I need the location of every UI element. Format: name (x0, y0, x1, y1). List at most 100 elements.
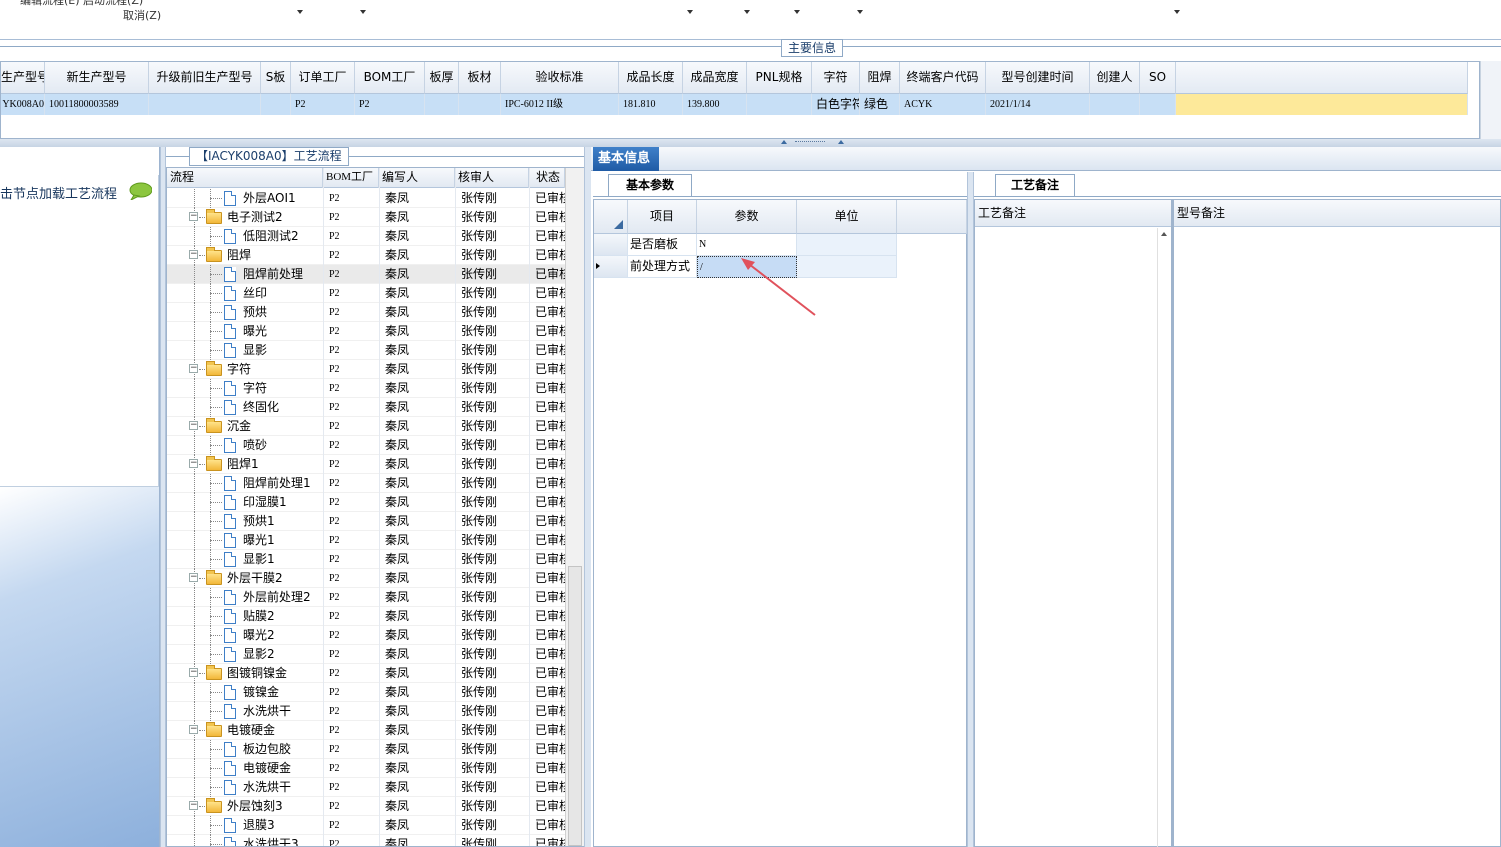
flow-tree-row[interactable]: 曝光2 P2 秦凤 张传刚 已审核 (167, 626, 569, 645)
main-col-header[interactable]: 终端客户代码 (900, 62, 986, 94)
flow-node-name[interactable]: 电镀硬金 (227, 721, 275, 740)
flow-tree-row[interactable]: 阻焊前处理 P2 秦凤 张传刚 已审核 (167, 265, 569, 284)
flow-tree-row[interactable]: 预烘1 P2 秦凤 张传刚 已审核 (167, 512, 569, 531)
flow-tree-row[interactable]: 阻焊前处理1 P2 秦凤 张传刚 已审核 (167, 474, 569, 493)
middle-splitter[interactable] (584, 147, 591, 847)
collapse-toggle-icon[interactable]: − (189, 668, 198, 677)
flow-tree-row[interactable]: 镀镍金 P2 秦凤 张传刚 已审核 (167, 683, 569, 702)
flow-node-name[interactable]: 水洗烘干 (243, 778, 291, 797)
flow-tree-row[interactable]: 喷砂 P2 秦凤 张传刚 已审核 (167, 436, 569, 455)
scroll-up-icon[interactable] (1161, 232, 1167, 236)
horizontal-splitter[interactable] (0, 139, 1501, 147)
flow-tree-row[interactable]: − 图镀铜镍金 P2 秦凤 张传刚 已审核 (167, 664, 569, 683)
main-cell[interactable]: 139.800 (683, 94, 747, 115)
flow-tree-row[interactable]: − 电镀硬金 P2 秦凤 张传刚 已审核 (167, 721, 569, 740)
row-indicator[interactable] (594, 256, 628, 278)
flow-node-name[interactable]: 曝光2 (243, 626, 275, 645)
process-remarks-box[interactable]: 工艺备注 (974, 199, 1172, 847)
collapse-toggle-icon[interactable]: − (189, 573, 198, 582)
collapse-toggle-icon[interactable]: − (189, 250, 198, 259)
flow-node-name[interactable]: 外层干膜2 (227, 569, 283, 588)
flow-node-name[interactable]: 低阻测试2 (243, 227, 299, 246)
main-cell[interactable]: IPC-6012 II级 (501, 94, 619, 115)
flow-node-name[interactable]: 显影1 (243, 550, 275, 569)
flow-node-name[interactable]: 阻焊前处理 (243, 265, 303, 284)
flow-tree-row[interactable]: 低阻测试2 P2 秦凤 张传刚 已审核 (167, 227, 569, 246)
main-cell[interactable]: P2 (355, 94, 425, 115)
flow-col-writer[interactable]: 编写人 (379, 168, 455, 188)
flow-tree-row[interactable]: − 阻焊 P2 秦凤 张传刚 已审核 (167, 246, 569, 265)
main-cell[interactable]: YK008A0 (1, 94, 45, 115)
flow-tree-row[interactable]: 显影1 P2 秦凤 张传刚 已审核 (167, 550, 569, 569)
main-col-header[interactable]: 板厚 (425, 62, 459, 94)
tab-basic-info[interactable]: 基本信息 (593, 147, 659, 171)
flow-node-name[interactable]: 板边包胶 (243, 740, 291, 759)
chevron-down-icon[interactable] (794, 10, 800, 14)
flow-col-name[interactable]: 流程 (167, 168, 323, 188)
main-col-header[interactable]: BOM工厂 (355, 62, 425, 94)
flow-node-name[interactable]: 沉金 (227, 417, 251, 436)
main-cell[interactable]: 2021/1/14 (986, 94, 1090, 115)
main-col-header[interactable]: 创建人 (1090, 62, 1140, 94)
chevron-down-icon[interactable] (687, 10, 693, 14)
flow-tree-row[interactable]: 预烘 P2 秦凤 张传刚 已审核 (167, 303, 569, 322)
flow-node-name[interactable]: 水洗烘干 (243, 702, 291, 721)
flow-tree-row[interactable]: 终固化 P2 秦凤 张传刚 已审核 (167, 398, 569, 417)
collapse-toggle-icon[interactable]: − (189, 459, 198, 468)
main-cell[interactable] (261, 94, 291, 115)
param-item[interactable]: 前处理方式 (628, 256, 697, 278)
flow-node-name[interactable]: 丝印 (243, 284, 267, 303)
row-indicator[interactable] (594, 234, 628, 256)
main-col-header[interactable]: 订单工厂 (291, 62, 355, 94)
main-col-header[interactable]: 验收标准 (501, 62, 619, 94)
flow-node-name[interactable]: 退膜3 (243, 816, 275, 835)
main-cell-selected[interactable] (1176, 94, 1468, 115)
main-col-header[interactable]: S板 (261, 62, 291, 94)
flow-col-bom[interactable]: BOM工厂 (323, 168, 379, 188)
right-splitter[interactable] (967, 172, 974, 847)
main-cell[interactable]: 绿色 (860, 94, 900, 115)
flow-node-name[interactable]: 显影 (243, 341, 267, 360)
main-col-header[interactable]: 型号创建时间 (986, 62, 1090, 94)
flow-node-name[interactable]: 显影2 (243, 645, 275, 664)
flow-node-name[interactable]: 图镀铜镍金 (227, 664, 287, 683)
main-col-header[interactable]: 成品宽度 (683, 62, 747, 94)
main-cell[interactable] (747, 94, 812, 115)
flow-node-name[interactable]: 字符 (243, 379, 267, 398)
main-cell[interactable]: 白色字符 (812, 94, 860, 115)
flow-node-name[interactable]: 曝光1 (243, 531, 275, 550)
collapse-up-icon[interactable] (838, 140, 844, 144)
select-all-corner[interactable] (594, 200, 628, 234)
main-cell[interactable] (149, 94, 261, 115)
flow-node-name[interactable]: 镀镍金 (243, 683, 279, 702)
flow-tree-row[interactable]: − 外层干膜2 P2 秦凤 张传刚 已审核 (167, 569, 569, 588)
flow-tree-row[interactable]: − 外层蚀刻3 P2 秦凤 张传刚 已审核 (167, 797, 569, 816)
flow-tree-row[interactable]: 水洗烘干3 P2 秦凤 张传刚 已审核 (167, 835, 569, 846)
flow-tree-row[interactable]: 贴膜2 P2 秦凤 张传刚 已审核 (167, 607, 569, 626)
params-col-unit[interactable]: 单位 (797, 200, 897, 234)
flow-tree-row[interactable]: 曝光1 P2 秦凤 张传刚 已审核 (167, 531, 569, 550)
flow-tree-row[interactable]: 显影 P2 秦凤 张传刚 已审核 (167, 341, 569, 360)
main-grid-scrollbar[interactable] (1480, 61, 1501, 139)
chevron-down-icon[interactable] (360, 10, 366, 14)
main-col-header[interactable]: 阻焊 (860, 62, 900, 94)
collapse-up-icon[interactable] (781, 140, 787, 144)
collapse-toggle-icon[interactable]: − (189, 725, 198, 734)
flow-tree-row[interactable]: 外层前处理2 P2 秦凤 张传刚 已审核 (167, 588, 569, 607)
cancel-menu-item[interactable]: 取消(Z) (123, 7, 161, 23)
main-cell[interactable]: P2 (291, 94, 355, 115)
chevron-down-icon[interactable] (297, 10, 303, 14)
flow-node-name[interactable]: 阻焊1 (227, 455, 259, 474)
main-cell[interactable] (1090, 94, 1140, 115)
params-col-item[interactable]: 项目 (628, 200, 697, 234)
flow-tree-row[interactable]: − 电子测试2 P2 秦凤 张传刚 已审核 (167, 208, 569, 227)
main-info-title[interactable]: 主要信息 (781, 39, 844, 57)
main-col-header[interactable]: SO (1140, 62, 1176, 94)
flow-scrollbar[interactable] (565, 168, 585, 846)
flow-node-name[interactable]: 阻焊 (227, 246, 251, 265)
flow-tree-row[interactable]: 水洗烘干 P2 秦凤 张传刚 已审核 (167, 702, 569, 721)
flow-node-name[interactable]: 外层蚀刻3 (227, 797, 283, 816)
flow-node-name[interactable]: 喷砂 (243, 436, 267, 455)
flow-tree-row[interactable]: 字符 P2 秦凤 张传刚 已审核 (167, 379, 569, 398)
param-item[interactable]: 是否磨板 (628, 234, 697, 256)
